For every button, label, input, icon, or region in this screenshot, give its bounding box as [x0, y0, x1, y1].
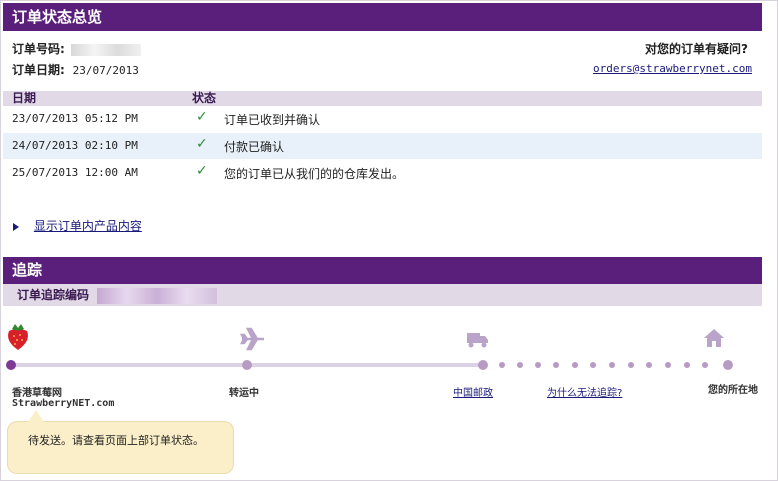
order-number-line: 订单号码:	[12, 40, 141, 57]
tracking-status-bubble: 待发送。请查看页面上部订单状态。	[7, 410, 234, 474]
strawberry-icon	[8, 324, 28, 350]
progress-node-origin	[6, 360, 16, 370]
row-status: 订单已收到并确认	[224, 113, 321, 127]
order-summary-header: 订单状态总览	[3, 3, 762, 31]
stage-post-link[interactable]: 中国邮政	[453, 388, 493, 399]
tracking-header: 追踪	[3, 257, 762, 284]
stage-origin-sub: StrawberryNET.com	[12, 398, 115, 409]
check-icon: ✓	[196, 136, 208, 152]
check-icon: ✓	[196, 109, 208, 125]
date-column-header: 日期	[12, 91, 37, 105]
table-row: 25/07/2013 12:00 AM ✓ 您的订单已从我们的的仓库发出。	[3, 160, 762, 186]
plane-icon	[240, 327, 264, 351]
row-status: 付款已确认	[224, 140, 285, 154]
progress-dot	[572, 362, 578, 368]
show-contents-row[interactable]: 显示订单内产品内容	[12, 217, 142, 234]
tracking-status-text: 待发送。请查看页面上部订单状态。	[28, 434, 204, 447]
show-contents-link[interactable]: 显示订单内产品内容	[34, 219, 142, 233]
order-number-label: 订单号码:	[12, 42, 65, 56]
progress-dot	[535, 362, 541, 368]
house-icon	[704, 329, 724, 347]
why-untrackable-link[interactable]: 为什么无法追踪?	[547, 388, 622, 399]
check-icon: ✓	[196, 163, 208, 179]
tracking-code-redacted	[97, 287, 218, 304]
progress-dot	[684, 362, 690, 368]
table-row: 23/07/2013 05:12 PM ✓ 订单已收到并确认	[3, 106, 762, 132]
stage-origin-name: 香港草莓网	[12, 388, 62, 399]
progress-dot	[665, 362, 671, 368]
status-column-header: 状态	[192, 91, 217, 105]
progress-dot	[628, 362, 634, 368]
table-row: 24/07/2013 02:10 PM ✓ 付款已确认	[3, 133, 762, 159]
question-text: 对您的订单有疑问?	[645, 42, 748, 56]
progress-dot	[553, 362, 559, 368]
row-date: 25/07/2013 12:00 AM	[12, 166, 138, 179]
tracking-code-label: 订单追踪编码	[17, 288, 90, 302]
row-date: 23/07/2013 05:12 PM	[12, 112, 138, 125]
progress-dot	[702, 362, 708, 368]
stage-transit-label: 转运中	[229, 388, 259, 399]
stage-post-link-wrap[interactable]: 中国邮政	[453, 384, 493, 399]
progress-dot	[499, 362, 505, 368]
order-summary-title: 订单状态总览	[12, 8, 103, 26]
row-date: 24/07/2013 02:10 PM	[12, 139, 138, 152]
triangle-right-icon	[13, 222, 19, 231]
progress-dot	[517, 362, 523, 368]
progress-node-destination	[723, 360, 733, 370]
stage-destination-label: 您的所在地	[708, 385, 758, 396]
progress-node-post	[478, 360, 488, 370]
progress-node-transit	[242, 360, 252, 370]
why-untrackable-wrap[interactable]: 为什么无法追踪?	[547, 384, 622, 399]
progress-dot	[646, 362, 652, 368]
truck-icon	[467, 333, 488, 348]
order-date-label: 订单日期:	[12, 63, 65, 77]
row-status: 您的订单已从我们的的仓库发出。	[224, 167, 405, 181]
support-email-link[interactable]: orders@strawberrynet.com	[593, 62, 752, 75]
progress-dot	[609, 362, 615, 368]
progress-dot	[590, 362, 596, 368]
order-date-value: 23/07/2013	[72, 64, 139, 77]
tracking-title: 追踪	[12, 261, 43, 279]
status-table-header: 日期 状态	[3, 91, 762, 106]
order-number-redacted	[70, 43, 141, 56]
tracking-code-bar: 订单追踪编码	[3, 284, 762, 306]
order-date-line: 订单日期: 23/07/2013	[12, 61, 139, 78]
